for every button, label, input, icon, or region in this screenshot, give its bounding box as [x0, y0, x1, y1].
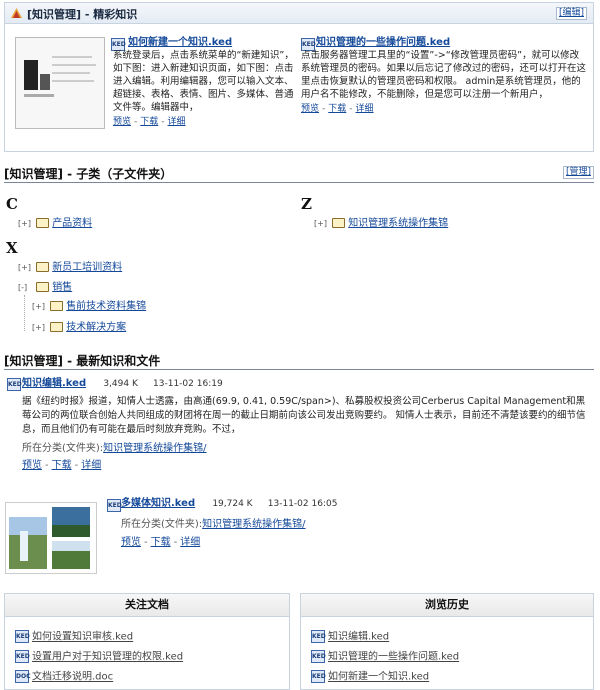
list-item[interactable]: KED 如何设置知识审核.ked [15, 630, 133, 644]
list-item[interactable]: KED 设置用户对于知识管理的权限.ked [15, 650, 183, 664]
entry-excerpt: 据《纽约时报》报道，知情人士透露，由高通(69.9, 0.41, 0.59C/s… [22, 396, 586, 435]
detail-link[interactable]: 详细 [356, 104, 374, 114]
detail-link[interactable]: 详细 [180, 537, 200, 548]
folder-label[interactable]: 知识管理系统操作集锦 [348, 218, 448, 229]
list-item-label[interactable]: 知识管理的一些操作问题.ked [328, 652, 459, 663]
download-link[interactable]: 下载 [52, 460, 72, 471]
download-link[interactable]: 下载 [151, 537, 171, 548]
browse-history-title: 浏览历史 [301, 594, 593, 617]
featured-item-2: 知识管理的一些操作问题.ked 点击服务器管理工具里的“设置”->“修改管理员密… [301, 37, 587, 114]
folder-icon [50, 322, 64, 332]
detail-link[interactable]: 详细 [81, 460, 101, 471]
folder-icon [36, 282, 50, 292]
latest-header: [知识管理] - 最新知识和文件 [4, 351, 594, 370]
category-label: 所在分类(文件夹): [121, 519, 203, 530]
doc-document-icon: DOC [15, 670, 30, 683]
ked-document-icon: KED [311, 630, 326, 643]
entry-date: 13-11-02 16:05 [267, 499, 338, 509]
download-link[interactable]: 下载 [328, 104, 346, 114]
list-item-label[interactable]: 如何设置知识审核.ked [32, 632, 133, 643]
list-item-label[interactable]: 如何新建一个知识.ked [328, 672, 429, 683]
subcategory-title: [知识管理] - 子类（子文件夹） [4, 167, 173, 181]
watched-docs-panel: 关注文档 KED 如何设置知识审核.ked KED 设置用户对于知识管理的权限.ke… [4, 593, 290, 690]
ked-document-icon: KED [311, 670, 326, 683]
ked-document-icon: KED [311, 650, 326, 663]
entry-size: 19,724 K [212, 499, 253, 509]
preview-link[interactable]: 预览 [113, 117, 131, 127]
category-link[interactable]: 知识管理系统操作集锦/ [103, 443, 206, 454]
group-letter-c: C [6, 195, 18, 213]
folder-item[interactable]: [-] 销售 [18, 281, 72, 295]
entry-actions: 预览 - 下载 - 详细 [22, 460, 102, 471]
expand-toggle[interactable]: [+] [314, 217, 327, 231]
expand-toggle[interactable]: [+] [18, 217, 31, 231]
preview-link[interactable]: 预览 [22, 460, 42, 471]
tree-line [24, 295, 25, 331]
watched-docs-title: 关注文档 [5, 594, 289, 617]
featured-item-2-title[interactable]: 知识管理的一些操作问题.ked [316, 37, 450, 48]
group-letter-x: X [6, 239, 18, 257]
ked-document-icon: KED [15, 630, 30, 643]
subcategory-header: [知识管理] - 子类（子文件夹） [管理] [4, 164, 594, 183]
folder-item[interactable]: [+] 技术解决方案 [32, 321, 126, 335]
list-item[interactable]: DOC 文档迁移说明.doc [15, 670, 113, 684]
knowledge-icon [11, 8, 22, 18]
category-link[interactable]: 知识管理系统操作集锦/ [202, 519, 305, 530]
preview-link[interactable]: 预览 [121, 537, 141, 548]
manage-button[interactable]: [管理] [562, 166, 594, 179]
ked-document-icon: KED [7, 378, 22, 391]
entry-actions: 预览 - 下载 - 详细 [121, 537, 201, 548]
ked-document-icon: KED [15, 650, 30, 663]
entry-title[interactable]: 知识编辑.ked [22, 378, 86, 389]
expand-toggle[interactable]: [+] [18, 261, 31, 275]
featured-item-1-title[interactable]: 如何新建一个知识.ked [128, 37, 232, 48]
entry-category-row: 所在分类(文件夹):知识管理系统操作集锦/ [121, 518, 306, 532]
folder-label[interactable]: 售前技术资料集锦 [66, 301, 146, 312]
entry-category-row: 所在分类(文件夹):知识管理系统操作集锦/ [22, 442, 207, 456]
media-thumbnail [5, 502, 97, 574]
list-item-label[interactable]: 设置用户对于知识管理的权限.ked [32, 652, 183, 663]
featured-item-2-desc: 点击服务器管理工具里的“设置”->“修改管理员密码”，就可以修改系统管理员的密码… [301, 50, 587, 100]
latest-title: [知识管理] - 最新知识和文件 [4, 354, 161, 368]
featured-knowledge-panel: [知识管理] - 精彩知识 [编辑] KED 如何新建一个知识.ked 系统登录… [4, 2, 594, 152]
expand-toggle[interactable]: [+] [32, 321, 45, 335]
featured-title: [知识管理] - 精彩知识 [27, 8, 138, 21]
list-item[interactable]: KED 知识编辑.ked [311, 630, 389, 644]
list-item-label[interactable]: 知识编辑.ked [328, 632, 389, 643]
folder-item[interactable]: [+] 售前技术资料集锦 [32, 300, 146, 314]
list-item[interactable]: KED 如何新建一个知识.ked [311, 670, 429, 684]
detail-link[interactable]: 详细 [168, 117, 186, 127]
download-link[interactable]: 下载 [140, 117, 158, 127]
featured-thumbnail [15, 37, 105, 129]
entry-title[interactable]: 多媒体知识.ked [121, 498, 195, 509]
expand-toggle[interactable]: [+] [32, 300, 45, 314]
folder-icon [36, 218, 50, 228]
edit-button[interactable]: [编辑] [555, 7, 587, 20]
group-letter-z: Z [301, 195, 312, 213]
featured-header: [知识管理] - 精彩知识 [编辑] [5, 3, 593, 24]
browse-history-panel: 浏览历史 KED 知识编辑.ked KED 知识管理的一些操作问题.ked KED 如… [300, 593, 594, 690]
folder-label[interactable]: 技术解决方案 [66, 322, 126, 333]
folder-icon [50, 301, 64, 311]
folder-item[interactable]: [+] 产品资料 [18, 217, 92, 231]
entry-size: 3,494 K [103, 379, 138, 389]
collapse-toggle[interactable]: [-] [18, 281, 30, 295]
entry-date: 13-11-02 16:19 [153, 379, 223, 389]
folder-label[interactable]: 产品资料 [52, 218, 92, 229]
list-item-label[interactable]: 文档迁移说明.doc [32, 672, 113, 683]
latest-entry-2-heading: 多媒体知识.ked 19,724 K 13-11-02 16:05 [121, 497, 337, 511]
preview-link[interactable]: 预览 [301, 104, 319, 114]
ked-document-icon: KED [107, 499, 122, 512]
category-label: 所在分类(文件夹): [22, 443, 104, 454]
list-item[interactable]: KED 知识管理的一些操作问题.ked [311, 650, 459, 664]
folder-label[interactable]: 销售 [52, 282, 72, 293]
latest-entry-1-heading: 知识编辑.ked 3,494 K 13-11-02 16:19 [22, 377, 223, 391]
folder-item[interactable]: [+] 新员工培训资料 [18, 261, 122, 275]
folder-label[interactable]: 新员工培训资料 [52, 262, 122, 273]
featured-item-1-desc: 系统登录后，点击系统菜单的“新建知识”，如下图：进入新建知识页面，如下图：点击进… [113, 50, 294, 113]
folder-icon [36, 262, 50, 272]
folder-icon [332, 218, 346, 228]
folder-item[interactable]: [+] 知识管理系统操作集锦 [314, 217, 448, 231]
featured-item-1: 如何新建一个知识.ked 系统登录后，点击系统菜单的“新建知识”，如下图：进入新… [113, 37, 294, 127]
